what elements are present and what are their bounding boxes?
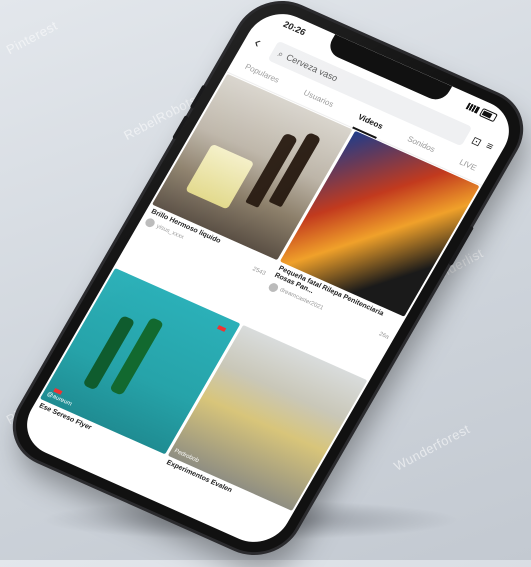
search-icon: ⌕	[276, 48, 286, 59]
phone-frame: 20:26 ‹ ⌕ Cerveza vaso ⊡ ≡ Populares Usu…	[0, 0, 531, 566]
watermark: Wunderforest	[391, 421, 473, 474]
back-arrow-icon[interactable]: ‹	[250, 34, 272, 55]
watermark: Pinterest	[3, 17, 61, 58]
scan-icon[interactable]: ⊡	[469, 134, 484, 148]
status-time: 20:26	[281, 19, 308, 38]
sticker	[216, 324, 226, 332]
video-likes: 26a	[377, 331, 390, 341]
volume-down-button	[172, 115, 189, 140]
signal-icon	[465, 102, 481, 114]
filter-icon[interactable]: ≡	[483, 140, 495, 153]
status-icons	[465, 102, 498, 123]
avatar[interactable]	[266, 281, 280, 293]
beer-mug-image	[185, 143, 255, 210]
video-likes: 2543	[251, 266, 267, 277]
battery-icon	[478, 107, 498, 123]
avatar[interactable]	[143, 217, 157, 229]
